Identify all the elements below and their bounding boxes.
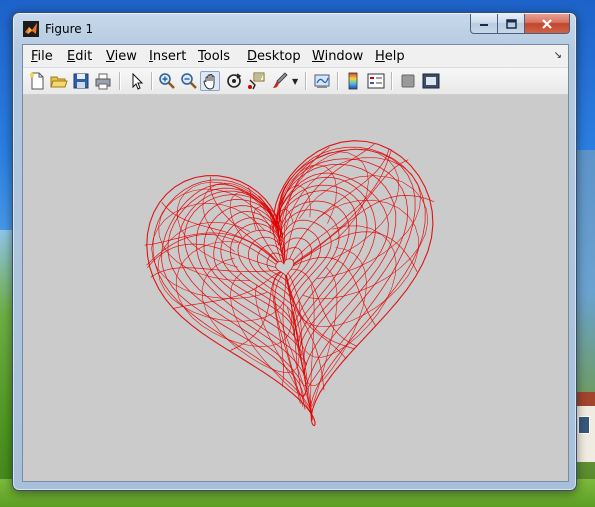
minimize-button[interactable] xyxy=(470,14,498,34)
toolbar-separator xyxy=(391,72,393,90)
link-plot-icon[interactable] xyxy=(312,71,332,91)
pan-icon[interactable] xyxy=(200,71,220,91)
close-button[interactable] xyxy=(525,14,570,34)
menu-tools[interactable]: Tools xyxy=(198,49,230,64)
figure-canvas[interactable] xyxy=(23,95,568,481)
menu-bar: File Edit View Insert Tools Desktop Wind… xyxy=(23,45,568,68)
heart-mesh xyxy=(144,140,435,427)
maximize-icon xyxy=(505,18,517,29)
dock-arrow-icon[interactable]: ↘ xyxy=(554,50,562,61)
mesh-line xyxy=(298,175,429,300)
window-title: Figure 1 xyxy=(45,22,94,36)
print-icon[interactable] xyxy=(93,71,113,91)
menu-desktop[interactable]: Desktop xyxy=(247,49,301,64)
brush-icon[interactable] xyxy=(270,71,290,91)
rotate-3d-icon[interactable] xyxy=(224,71,244,91)
menu-help[interactable]: Help xyxy=(375,49,405,64)
colorbar-icon[interactable] xyxy=(343,71,363,91)
menu-window[interactable]: Window xyxy=(312,49,363,64)
close-icon xyxy=(542,18,552,29)
minimize-icon xyxy=(480,23,488,26)
edit-plot-icon[interactable] xyxy=(127,71,147,91)
heart-wireframe-plot[interactable] xyxy=(23,95,568,481)
menu-file[interactable]: File xyxy=(31,49,53,64)
maximize-button[interactable] xyxy=(498,14,525,34)
hide-plot-tools-icon[interactable] xyxy=(398,71,418,91)
mesh-line xyxy=(175,241,292,347)
mesh-line xyxy=(151,202,268,299)
show-plot-tools-icon[interactable] xyxy=(421,71,441,91)
toolbar-separator xyxy=(305,72,307,90)
brush-dropdown-icon[interactable]: ▼ xyxy=(292,77,298,86)
toolbar-separator xyxy=(151,72,153,90)
mesh-line xyxy=(293,195,435,265)
legend-icon[interactable] xyxy=(366,71,386,91)
menu-insert[interactable]: Insert xyxy=(149,49,186,64)
title-bar[interactable]: Figure 1 xyxy=(13,13,576,43)
new-figure-icon[interactable] xyxy=(27,71,47,91)
mesh-line xyxy=(147,243,277,269)
figure-toolbar: ▼ xyxy=(23,68,568,95)
mesh-line xyxy=(213,190,357,336)
save-icon[interactable] xyxy=(71,71,91,91)
toolbar-separator xyxy=(337,72,339,90)
caption-buttons xyxy=(470,14,570,34)
menu-view[interactable]: View xyxy=(106,49,137,64)
mesh-line xyxy=(201,257,300,374)
zoom-out-icon[interactable] xyxy=(179,71,199,91)
open-file-icon[interactable] xyxy=(49,71,69,91)
matlab-logo-icon xyxy=(23,21,39,37)
mesh-line xyxy=(195,176,376,356)
menu-edit[interactable]: Edit xyxy=(67,49,92,64)
mesh-line xyxy=(220,200,350,325)
mesh-line xyxy=(255,285,311,413)
mesh-line xyxy=(150,267,279,278)
figure-window: Figure 1 File Edit View Insert Tools Des… xyxy=(12,12,577,491)
zoom-in-icon[interactable] xyxy=(157,71,177,91)
data-cursor-icon[interactable] xyxy=(247,71,267,91)
toolbar-separator xyxy=(119,72,121,90)
figure-client-area: File Edit View Insert Tools Desktop Wind… xyxy=(22,44,569,482)
